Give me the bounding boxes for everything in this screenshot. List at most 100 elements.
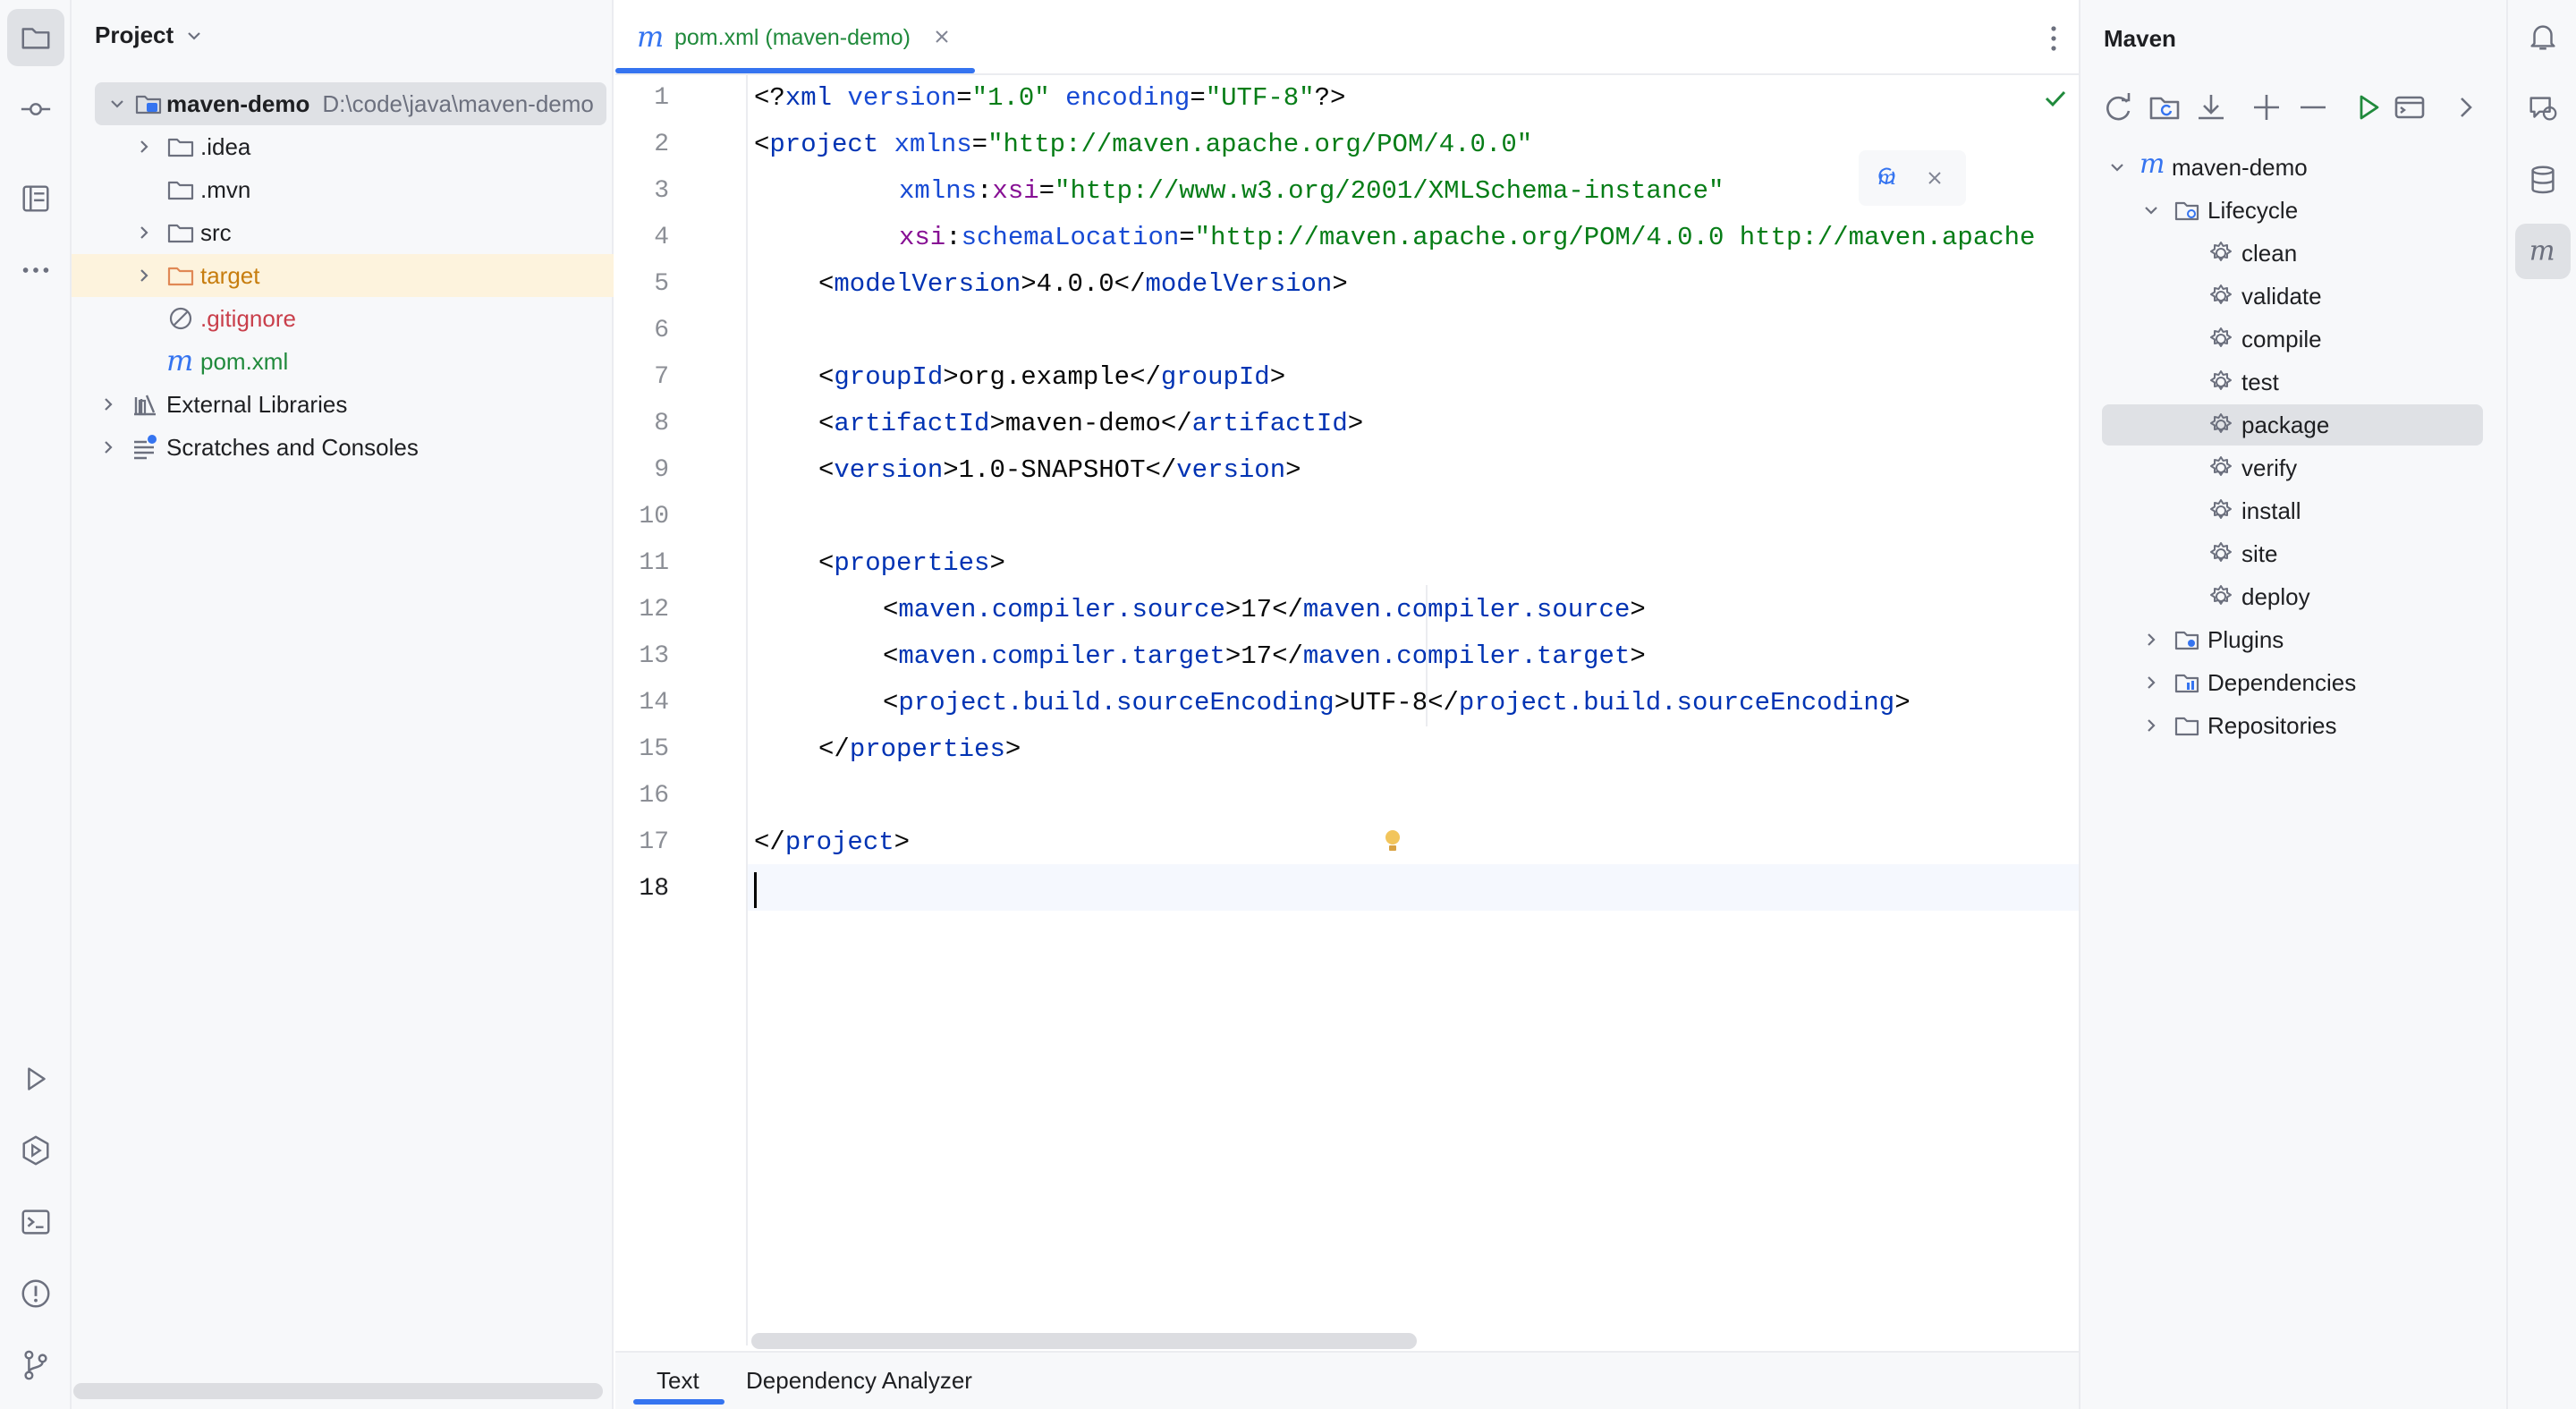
tab-dependency-analyzer[interactable]: Dependency Analyzer [746, 1367, 972, 1395]
tree-item-target[interactable]: target [72, 254, 614, 297]
phase-verify[interactable]: verify [2080, 447, 2508, 488]
database-button[interactable] [2515, 152, 2571, 208]
active-tab-indicator [615, 68, 975, 73]
problems-tool-button[interactable] [7, 1265, 64, 1322]
project-path: D:\code\java\maven-demo [322, 89, 594, 117]
more-tools-button[interactable] [7, 242, 64, 299]
code-line: <modelVersion>4.0.0</modelVersion> [818, 269, 1348, 299]
tree-item-label: .mvn [200, 175, 251, 203]
folder-icon [167, 224, 194, 243]
tab-pom-xml[interactable]: m pom.xml (maven-demo) [615, 0, 975, 75]
services-tool-button[interactable] [7, 1122, 64, 1179]
notifications-button[interactable] [2515, 9, 2571, 64]
tree-item-mvn[interactable]: .mvn [72, 168, 614, 211]
maven-repositories[interactable]: Repositories [2080, 705, 2508, 746]
structure-tool-button[interactable] [7, 170, 64, 227]
commit-icon [21, 103, 51, 115]
left-toolbar [0, 0, 72, 1409]
chevron-down-icon[interactable] [107, 94, 127, 114]
tree-item-scratches[interactable]: Scratches and Consoles [72, 426, 614, 469]
reload-folder-icon[interactable] [2147, 89, 2182, 125]
maven-project-maven-demo[interactable]: m maven-demo [2080, 147, 2508, 188]
ai-assistant-button[interactable] [2515, 81, 2571, 136]
git-tool-button[interactable] [7, 1337, 64, 1394]
phase-package[interactable]: package [2102, 404, 2483, 446]
maven-icon: m [2140, 149, 2165, 180]
more-vertical-icon[interactable] [2041, 23, 2066, 54]
tree-item-label: .gitignore [200, 304, 296, 332]
chevron-right-icon[interactable] [2141, 716, 2161, 735]
maven-icon: m [2529, 236, 2555, 267]
folder-icon [21, 28, 50, 49]
chevron-right-icon[interactable] [2141, 673, 2161, 692]
line-number: 13 [639, 642, 669, 670]
add-icon[interactable] [2249, 89, 2284, 125]
project-panel-header[interactable]: Project [95, 21, 204, 49]
chevron-down-icon[interactable] [2107, 157, 2127, 177]
phase-install[interactable]: install [2080, 490, 2508, 531]
chevron-right-icon[interactable] [98, 395, 118, 414]
chevron-right-icon[interactable] [134, 266, 154, 285]
gear-icon [2210, 456, 2232, 476]
phase-compile[interactable]: compile [2080, 318, 2508, 360]
chevron-right-icon[interactable] [98, 437, 118, 457]
download-icon[interactable] [2193, 89, 2229, 125]
structure-icon [22, 185, 49, 212]
phase-label: deploy [2241, 582, 2310, 610]
tree-item-maven-demo[interactable]: maven-demo D:\code\java\maven-demo [95, 82, 606, 125]
chevron-down-icon[interactable] [2141, 200, 2161, 220]
tree-item-src[interactable]: src [72, 211, 614, 254]
editor-horizontal-scrollbar[interactable] [751, 1333, 1417, 1349]
maven-plugins[interactable]: Plugins [2080, 619, 2508, 660]
execute-goal-icon[interactable] [2392, 89, 2428, 125]
line-number: 12 [639, 596, 669, 624]
active-tab-indicator [633, 1399, 724, 1405]
remove-icon[interactable] [2295, 89, 2331, 125]
gear-icon [2210, 242, 2232, 261]
code-line: xmlns:xsi="http://www.w3.org/2001/XMLSch… [899, 176, 1724, 206]
phase-label: verify [2241, 454, 2298, 481]
code-editor[interactable]: <?xml version="1.0" encoding="UTF-8"?> <… [754, 75, 2078, 1345]
maven-lifecycle[interactable]: Lifecycle [2080, 190, 2508, 231]
phase-site[interactable]: site [2080, 533, 2508, 574]
project-tool-button[interactable] [7, 9, 64, 66]
tree-item-gitignore[interactable]: .gitignore [72, 297, 614, 340]
line-number: 10 [639, 503, 669, 530]
maven-root-label: maven-demo [2172, 153, 2308, 181]
reload-icon[interactable] [2100, 89, 2136, 125]
tab-text[interactable]: Text [657, 1367, 699, 1395]
chevron-right-icon[interactable] [134, 137, 154, 157]
chevron-right-icon[interactable] [2447, 89, 2483, 125]
line-number: 16 [639, 782, 669, 810]
terminal-tool-button[interactable] [7, 1193, 64, 1251]
lightbulb-icon[interactable] [1383, 828, 1402, 855]
phase-validate[interactable]: validate [2080, 276, 2508, 317]
tree-item-external-libraries[interactable]: External Libraries [72, 383, 614, 426]
phase-clean[interactable]: clean [2080, 233, 2508, 274]
maven-reload-toolbar: m [1859, 150, 1966, 206]
line-number: 3 [654, 177, 669, 205]
maven-tool-button[interactable]: m [2515, 224, 2571, 279]
problems-icon [21, 1279, 50, 1308]
checkmark-icon[interactable] [2043, 86, 2068, 111]
chevron-right-icon[interactable] [2141, 630, 2161, 649]
tree-item-idea[interactable]: .idea [72, 125, 614, 168]
commit-tool-button[interactable] [7, 81, 64, 138]
project-horizontal-scrollbar[interactable] [73, 1383, 603, 1399]
run-icon[interactable] [2351, 89, 2386, 125]
maven-dependencies[interactable]: Dependencies [2080, 662, 2508, 703]
close-icon[interactable] [1927, 170, 1943, 186]
tree-item-pom-xml[interactable]: m pom.xml [72, 340, 614, 383]
chevron-down-icon[interactable] [184, 26, 204, 46]
gear-icon [2210, 413, 2232, 433]
maven-reload-icon[interactable]: m [1875, 163, 1905, 193]
close-tab-icon[interactable] [932, 27, 952, 47]
run-tool-button[interactable] [7, 1050, 64, 1108]
right-toolbar: m [2506, 0, 2576, 1409]
phase-test[interactable]: test [2080, 361, 2508, 403]
chevron-right-icon[interactable] [134, 223, 154, 242]
line-number-gutter: 1 2 3 4 5 6 7 8 9 10 11 12 13 14 15 16 1… [615, 75, 748, 1345]
line-number: 1 [654, 84, 669, 112]
code-line: <project xmlns="http://maven.apache.org/… [754, 130, 1533, 159]
phase-deploy[interactable]: deploy [2080, 576, 2508, 617]
